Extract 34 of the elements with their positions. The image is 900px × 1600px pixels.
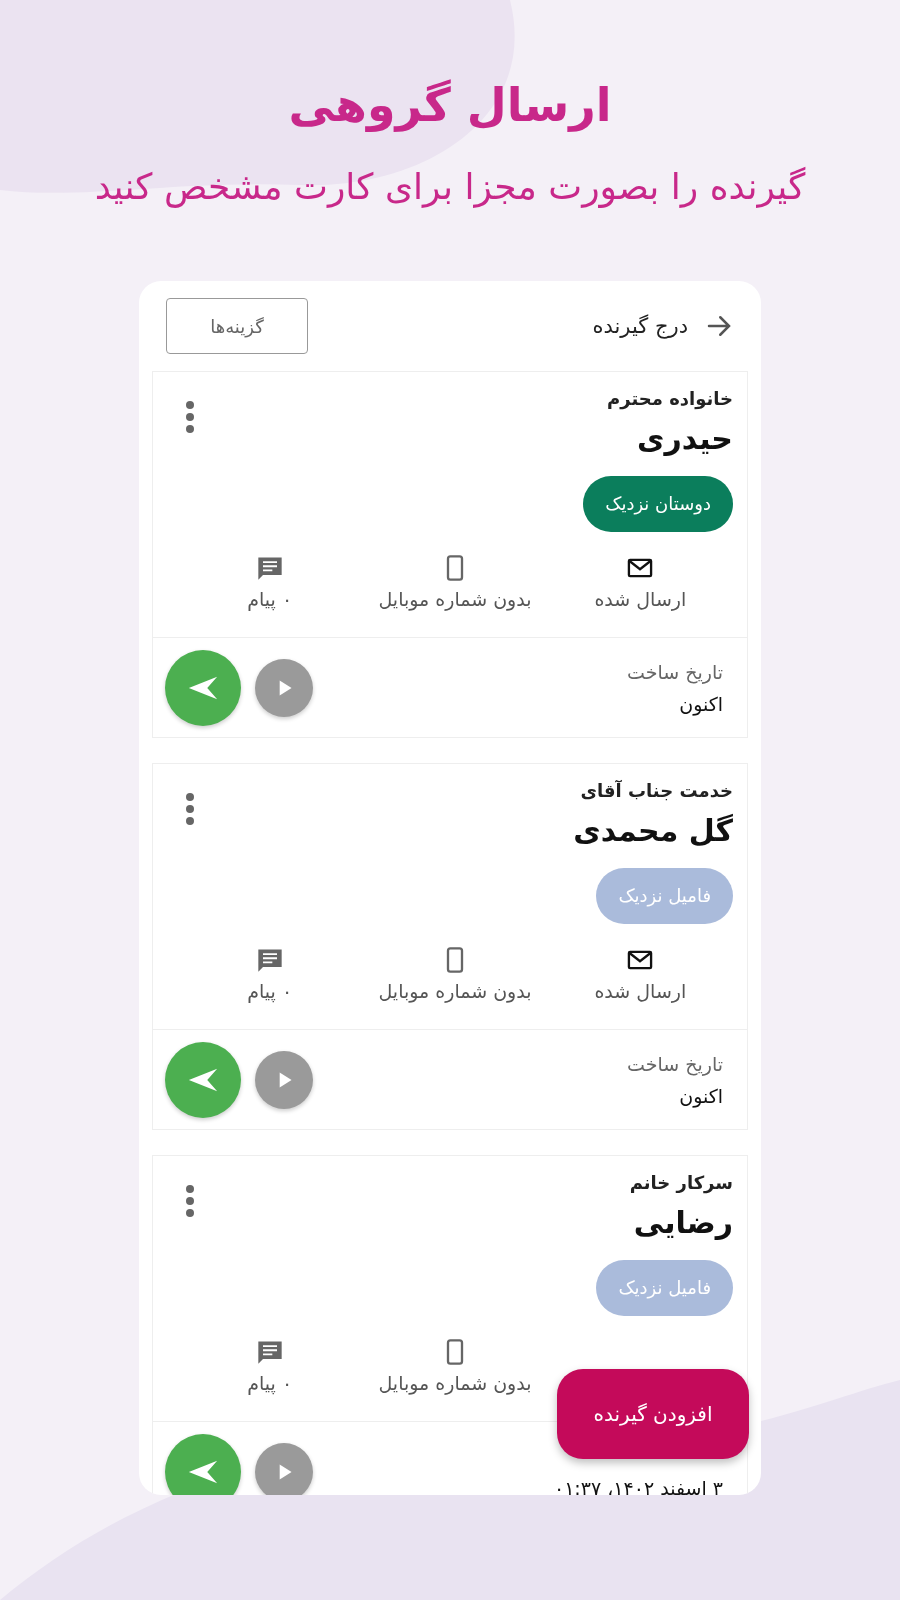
page-subtitle: گیرنده را بصورت مجزا برای کارت مشخص کنید	[94, 166, 806, 207]
add-recipient-button[interactable]: افزودن گیرنده	[557, 1369, 749, 1459]
play-button[interactable]	[255, 1442, 313, 1495]
play-button[interactable]	[255, 658, 313, 717]
sent-status: ارسال شده	[594, 588, 687, 610]
play-button[interactable]	[255, 1050, 313, 1109]
salutation: سرکار خانم	[629, 1172, 733, 1193]
send-button[interactable]	[165, 1433, 241, 1495]
send-button[interactable]	[165, 1041, 241, 1118]
date-label: تاریخ ساخت	[627, 660, 723, 685]
more-options-icon[interactable]	[185, 1184, 195, 1218]
date-label: تاریخ ساخت	[627, 1052, 723, 1077]
salutation: خانواده محترم	[607, 388, 733, 409]
more-options-icon[interactable]	[185, 792, 195, 826]
sent-status: ارسال شده	[594, 980, 687, 1002]
message-count: ۰ پیام	[247, 588, 293, 610]
recipient-name: رضایی	[632, 1205, 733, 1240]
created-date: اکنون	[678, 692, 723, 715]
screen-title: درج گیرنده	[592, 314, 688, 338]
salutation: خدمت جناب آقای	[579, 780, 733, 801]
recipient-name: گل محمدی	[573, 813, 733, 848]
created-date: اکنون	[678, 1084, 723, 1107]
message-count: ۰ پیام	[247, 1372, 293, 1394]
page-title: ارسال گروهی	[288, 78, 612, 132]
recipient-name: حیدری	[636, 421, 733, 456]
message-count: ۰ پیام	[247, 980, 293, 1002]
group-tag[interactable]: دوستان نزدیک	[583, 476, 733, 532]
options-button[interactable]: گزینه‌ها	[166, 298, 308, 354]
mobile-status: بدون شماره موبایل	[378, 1372, 532, 1394]
send-button[interactable]	[165, 649, 241, 726]
created-date: ۳ اسفند ۱۴۰۲، ۰۱:۳۷	[553, 1476, 723, 1495]
more-options-icon[interactable]	[185, 400, 195, 434]
mobile-status: بدون شماره موبایل	[378, 980, 532, 1002]
mobile-status: بدون شماره موبایل	[378, 588, 532, 610]
